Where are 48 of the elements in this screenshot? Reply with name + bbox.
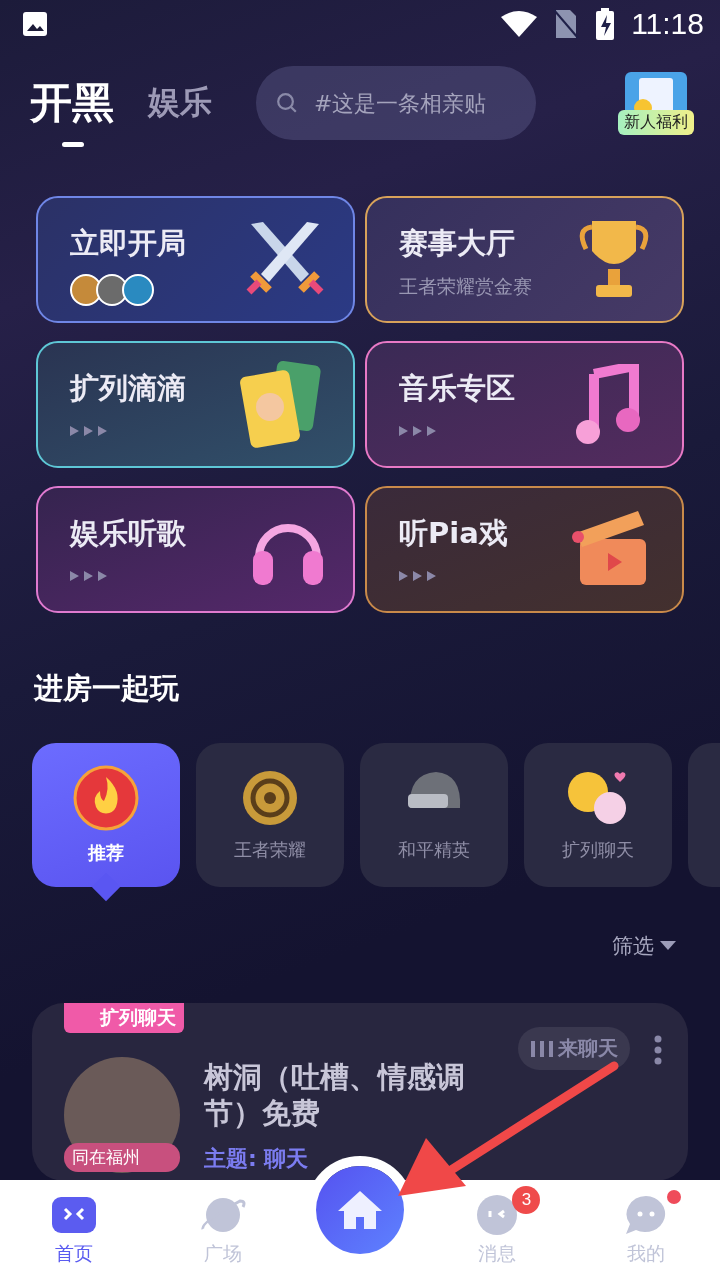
chat-icon (623, 1194, 668, 1236)
sound-bars-icon (530, 1039, 554, 1058)
category-tab[interactable]: 王者荣耀 (196, 743, 344, 887)
feature-card[interactable]: 听Pia戏 (365, 486, 684, 613)
card-subtitle: 王者荣耀赏金赛 (399, 274, 532, 299)
top-tab[interactable]: 娱乐 (148, 81, 228, 125)
card-title: 立即开局 (70, 225, 186, 262)
filter-button[interactable]: 筛选 (606, 931, 682, 961)
section-title: 进房一起玩 (32, 670, 180, 707)
card-title: 赛事大厅 (399, 225, 516, 262)
no-sim-icon (553, 9, 580, 39)
category-tab[interactable]: 扩列聊天 (524, 743, 672, 887)
location-badge: 同在福州 (64, 1143, 180, 1172)
play-arrows-icon (399, 570, 437, 582)
search-field[interactable]: #这是一条相亲贴 (312, 89, 516, 117)
promo-label[interactable]: 新人福利 (618, 109, 694, 135)
feature-card[interactable]: 赛事大厅 王者荣耀赏金赛 (365, 196, 684, 323)
more-icon[interactable] (654, 1035, 662, 1065)
feature-card[interactable]: 立即开局 (36, 196, 355, 323)
caret-icon (660, 941, 676, 951)
wifi-icon (501, 11, 538, 37)
flame-icon (73, 765, 139, 831)
room-tag: 扩列聊天 (64, 1003, 184, 1033)
room-title: 树洞（吐槽、情感调节）免费 (204, 1059, 466, 1132)
image-icon (22, 11, 48, 37)
card-title: 娱乐听歌 (70, 515, 186, 552)
emblem-icon (240, 768, 300, 828)
feature-card[interactable]: 扩列滴滴 (36, 341, 355, 468)
room-topic: 主题: 聊天 (204, 1144, 310, 1173)
play-arrows-icon (70, 425, 108, 437)
search-bar[interactable]: #这是一条相亲贴 (256, 66, 536, 140)
gamepad-icon (51, 1195, 98, 1235)
top-tab[interactable]: 开黑 (30, 75, 144, 147)
face-icon (476, 1194, 519, 1236)
category-tab[interactable]: 和平精英 (360, 743, 508, 887)
feature-card[interactable]: 音乐专区 (365, 341, 684, 468)
feature-card[interactable]: 娱乐听歌 (36, 486, 355, 613)
status-time: 11:18 (631, 7, 704, 41)
card-title: 听Pia戏 (399, 515, 508, 552)
card-title: 音乐专区 (399, 370, 515, 407)
battery-charging-icon (595, 8, 616, 40)
nav-tab[interactable]: 首页 (19, 1192, 130, 1268)
play-arrows-icon (70, 570, 108, 582)
unread-badge: 3 (512, 1186, 541, 1214)
card-title: 扩列滴滴 (70, 370, 186, 407)
room-card[interactable]: 扩列聊天 同在福州 树洞（吐槽、情感调节）免费 主题: 聊天 来聊天 (32, 1003, 688, 1181)
avatar-icon (122, 274, 154, 306)
play-arrows-icon (399, 425, 437, 437)
